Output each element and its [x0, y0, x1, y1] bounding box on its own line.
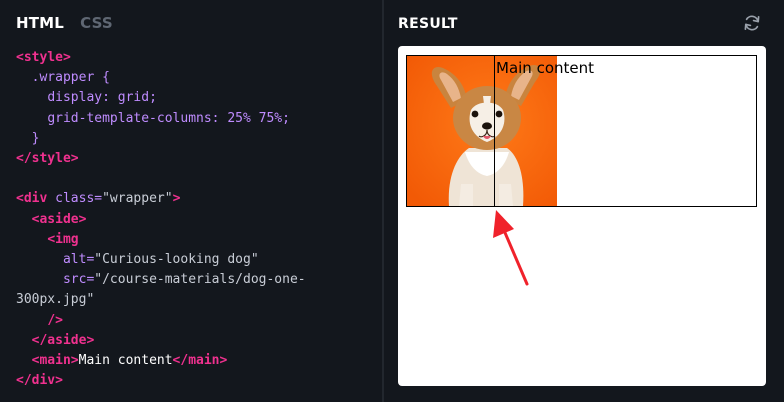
code-line-14: />: [47, 312, 63, 328]
code-line-16: <main>Main content</main>: [31, 353, 228, 369]
code-line-5: }: [31, 130, 40, 146]
code-line-10: <img: [47, 231, 79, 247]
code-line-13: 300px.jpg": [16, 292, 95, 308]
tab-css[interactable]: CSS: [80, 14, 113, 32]
code-line-4: grid-template-columns: 25% 75%;: [47, 110, 290, 126]
code-line-9: <aside>: [31, 211, 87, 227]
code-line-17: </div>: [16, 373, 63, 389]
refresh-icon[interactable]: [742, 13, 762, 33]
code-line-3: display: grid;: [47, 90, 157, 106]
code-editor-pane: HTML CSS <style> .wrapper { display: gri…: [0, 0, 382, 402]
result-title: RESULT: [398, 16, 458, 32]
code-line-15: </aside>: [31, 332, 95, 348]
code-line-12: src="/course-materials/dog-one-: [62, 272, 306, 288]
editor-tabs: HTML CSS: [16, 14, 113, 32]
code-line-6: </style>: [16, 151, 79, 167]
code-editor[interactable]: <style> .wrapper { display: grid; grid-t…: [16, 48, 376, 391]
grid-wrapper: Main content: [406, 55, 757, 207]
code-line-1: <style>: [16, 50, 71, 65]
code-line-11: alt="Curious-looking dog": [62, 252, 259, 268]
aside-cell: [407, 56, 495, 206]
tab-html[interactable]: HTML: [16, 14, 64, 32]
result-pane: RESULT Main content: [384, 0, 784, 402]
code-line-8: <div class="wrapper">: [16, 191, 181, 207]
code-line-2: .wrapper {: [31, 70, 110, 86]
result-frame: Main content: [398, 46, 766, 386]
main-content: Main content: [496, 59, 595, 77]
